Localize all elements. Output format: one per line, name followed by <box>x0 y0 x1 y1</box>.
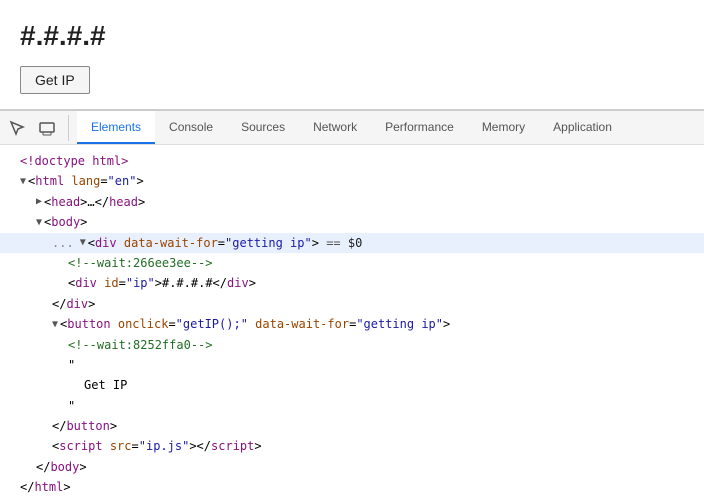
comment2-line: <!--wait:8252ffa0--> <box>0 335 704 355</box>
div-triangle[interactable] <box>80 234 86 251</box>
html-close-line: </html> <box>0 477 704 497</box>
devtools-toolbar: Elements Console Sources Network Perform… <box>0 111 704 145</box>
tab-sources[interactable]: Sources <box>227 111 299 144</box>
body-triangle[interactable] <box>36 214 42 231</box>
head-line[interactable]: <head>…</head> <box>0 192 704 212</box>
body-open-line[interactable]: <body> <box>0 212 704 232</box>
div-ip-line[interactable]: <div id="ip">#.#.#.#</div> <box>0 273 704 293</box>
button-close-line: </button> <box>0 416 704 436</box>
toolbar-icons <box>4 115 69 141</box>
tab-network[interactable]: Network <box>299 111 371 144</box>
comment1-line: <!--wait:266ee3ee--> <box>0 253 704 273</box>
tab-console[interactable]: Console <box>155 111 227 144</box>
get-ip-text-line: Get IP <box>0 375 704 395</box>
button-triangle[interactable] <box>52 316 58 333</box>
tab-performance[interactable]: Performance <box>371 111 468 144</box>
body-close-line: </body> <box>0 457 704 477</box>
tab-application[interactable]: Application <box>539 111 626 144</box>
html-triangle[interactable] <box>20 173 26 190</box>
elements-panel: <!doctype html> <html lang="en"> <head>…… <box>0 145 704 504</box>
script-line[interactable]: <script src="ip.js"></script> <box>0 436 704 456</box>
dots: ... <box>52 233 74 253</box>
div-close-line: </div> <box>0 294 704 314</box>
html-open-line[interactable]: <html lang="en"> <box>0 171 704 191</box>
head-triangle[interactable] <box>36 193 42 210</box>
page-content: #.#.#.# Get IP <box>0 0 704 110</box>
div-wait-line[interactable]: ... <div data-wait-for="getting ip"> == … <box>0 233 704 253</box>
device-toolbar-button[interactable] <box>34 115 60 141</box>
devtools-panel: Elements Console Sources Network Perform… <box>0 110 704 504</box>
doctype-line: <!doctype html> <box>0 151 704 171</box>
ip-display: #.#.#.# <box>20 20 684 52</box>
quote1-line: " <box>0 355 704 375</box>
tab-memory[interactable]: Memory <box>468 111 539 144</box>
get-ip-button[interactable]: Get IP <box>20 66 90 94</box>
button-open-line[interactable]: <button onclick="getIP();" data-wait-for… <box>0 314 704 334</box>
devtools-tabs: Elements Console Sources Network Perform… <box>77 111 626 144</box>
quote2-line: " <box>0 396 704 416</box>
inspect-element-button[interactable] <box>4 115 30 141</box>
tab-elements[interactable]: Elements <box>77 111 155 144</box>
